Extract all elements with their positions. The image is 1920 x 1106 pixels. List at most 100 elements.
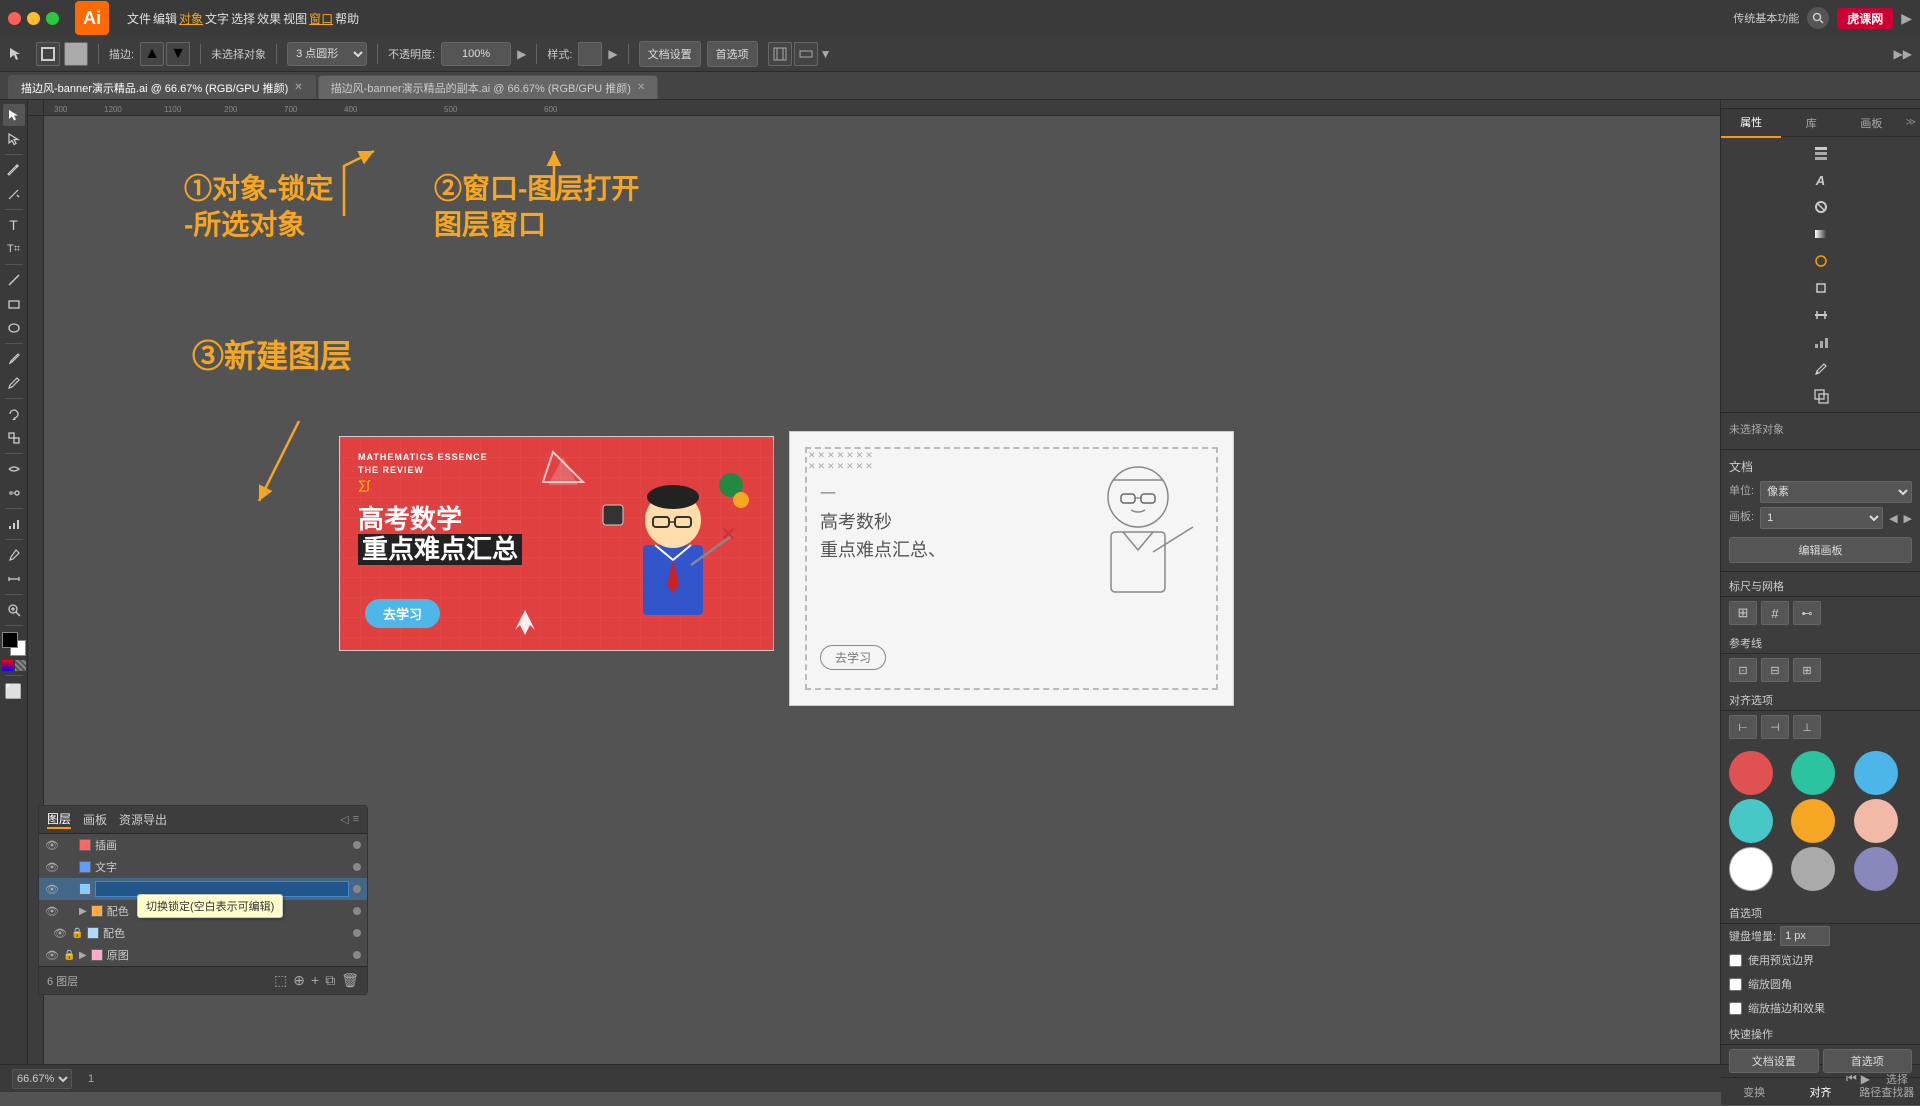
fullscreen-window-btn[interactable]: [46, 12, 59, 25]
prefs-btn[interactable]: 首选项: [707, 41, 758, 67]
ellipse-tool[interactable]: [3, 317, 25, 339]
new-layer-btn[interactable]: +: [311, 972, 319, 989]
add-anchor-tool[interactable]: [3, 183, 25, 205]
style-expand-icon[interactable]: ▶: [608, 47, 617, 61]
layer-eye-editing[interactable]: 👁: [45, 883, 59, 896]
expand-panel-icon[interactable]: ▶: [1901, 10, 1912, 27]
make-clipping-btn[interactable]: ⬚: [274, 972, 287, 989]
new-sublayer-btn[interactable]: ⊕: [293, 972, 305, 989]
arrange-expand[interactable]: ▼: [820, 47, 832, 61]
rp-increment-input[interactable]: [1780, 926, 1830, 946]
menu-file[interactable]: 文件: [127, 10, 151, 27]
rp-type-icon[interactable]: A: [1809, 168, 1833, 192]
rp-transform-icon[interactable]: [1809, 276, 1833, 300]
guide-btn-3[interactable]: ⊞: [1793, 658, 1821, 682]
paintbrush-tool[interactable]: [3, 348, 25, 370]
duplicate-layer-btn[interactable]: ⧉: [325, 972, 335, 989]
layers-panel-close[interactable]: ✕: [47, 812, 56, 825]
menu-object[interactable]: 对象: [179, 10, 203, 27]
measure-tool[interactable]: [3, 568, 25, 590]
rp-stroke-icon[interactable]: [1809, 195, 1833, 219]
scale-tool[interactable]: [3, 427, 25, 449]
warp-tool[interactable]: [3, 458, 25, 480]
rp-brush-icon[interactable]: [1809, 357, 1833, 381]
gradient-btn[interactable]: [2, 660, 13, 671]
guide-btn-1[interactable]: ⊡: [1729, 658, 1757, 682]
tab-2[interactable]: 描边风-banner演示精品的副本.ai @ 66.67% (RGB/GPU 推…: [318, 75, 659, 99]
panel-collapse-arrow[interactable]: ≫: [1902, 117, 1920, 128]
menu-window[interactable]: 窗口: [309, 10, 333, 27]
quick-doc-settings-btn[interactable]: 文档设置: [1729, 1049, 1819, 1073]
blend-tool[interactable]: [3, 482, 25, 504]
zoom-tool[interactable]: [3, 599, 25, 621]
color-box-area[interactable]: [2, 632, 26, 656]
direct-select-tool[interactable]: [3, 128, 25, 150]
rp-properties-icon[interactable]: [1809, 141, 1833, 165]
swatch-white[interactable]: [1729, 847, 1773, 891]
rp-preview-bound-check[interactable]: [1729, 954, 1742, 967]
layer-row-text[interactable]: 👁 文字: [39, 856, 367, 878]
layer-eye-peise[interactable]: 👁: [45, 905, 59, 918]
style-box[interactable]: [578, 42, 602, 66]
stroke-down-btn[interactable]: ▼: [166, 42, 190, 66]
rp-pathfinder-icon[interactable]: [1809, 384, 1833, 408]
arrange-btn[interactable]: [768, 42, 792, 66]
swatch-teal[interactable]: [1791, 751, 1835, 795]
change-screen-mode-btn[interactable]: ⬜: [3, 680, 25, 702]
edit-artboard-btn[interactable]: 编辑画板: [1729, 537, 1912, 563]
close-window-btn[interactable]: [8, 12, 21, 25]
swatch-cyan[interactable]: [1729, 799, 1773, 843]
doc-settings-btn[interactable]: 文档设置: [639, 41, 701, 67]
eyedropper-tool[interactable]: [3, 544, 25, 566]
rp-unit-select[interactable]: 像素: [1760, 481, 1912, 503]
rp-tab-artboard[interactable]: 画板: [1841, 109, 1901, 137]
menu-edit[interactable]: 编辑: [153, 10, 177, 27]
layer-row-peise2[interactable]: 👁 🔒 配色: [39, 922, 367, 944]
swatch-orange[interactable]: [1791, 799, 1835, 843]
layer-eye-original[interactable]: 👁: [45, 949, 59, 962]
rp-tab-library[interactable]: 库: [1781, 109, 1841, 137]
rp-artboard-next[interactable]: ▶: [1904, 512, 1912, 525]
tab-2-close[interactable]: ✕: [637, 82, 645, 93]
rp-artboard-prev[interactable]: ◀: [1889, 512, 1897, 525]
layer-expand-peise[interactable]: ▶: [79, 906, 87, 917]
tab-1[interactable]: 描边风-banner演示精品.ai @ 66.67% (RGB/GPU 推颜) …: [8, 75, 316, 99]
search-icon[interactable]: [1807, 7, 1829, 29]
menu-select[interactable]: 选择: [231, 10, 255, 27]
swatch-gray[interactable]: [1791, 847, 1835, 891]
rp-artboard-select[interactable]: 1: [1760, 507, 1883, 529]
grid-btn-1[interactable]: ⊞: [1729, 601, 1757, 625]
layer-eye-text[interactable]: 👁: [45, 861, 59, 874]
minimize-window-btn[interactable]: [27, 12, 40, 25]
delete-layer-btn[interactable]: 🗑: [341, 972, 359, 989]
snap-btn-1[interactable]: ⊢: [1729, 715, 1757, 739]
arrange-btn2[interactable]: [794, 42, 818, 66]
tab-1-close[interactable]: ✕: [294, 82, 302, 93]
bp-tab-align[interactable]: 对齐: [1787, 1078, 1853, 1106]
snap-btn-2[interactable]: ⊣: [1761, 715, 1789, 739]
play-prev-btn[interactable]: ⏮: [1846, 1071, 1857, 1086]
type-tool[interactable]: T: [3, 214, 25, 236]
layer-row-chua[interactable]: 👁 插画: [39, 834, 367, 856]
stroke-up-btn[interactable]: ▲: [140, 42, 164, 66]
shape-select[interactable]: 3 点圆形: [287, 42, 367, 66]
rp-scale-strokes-check[interactable]: [1729, 1002, 1742, 1015]
layers-panel-menu[interactable]: ≡: [353, 813, 359, 826]
layer-row-original[interactable]: 👁 🔒 ▶ 原图: [39, 944, 367, 966]
rp-align-icon[interactable]: [1809, 303, 1833, 327]
rp-round-corners-check[interactable]: [1729, 978, 1742, 991]
selection-tool[interactable]: [3, 104, 25, 126]
rp-gradient-icon[interactable]: [1809, 222, 1833, 246]
column-graph-tool[interactable]: [3, 513, 25, 535]
layer-lock-original[interactable]: 🔒: [63, 950, 75, 961]
menu-effect[interactable]: 效果: [257, 10, 281, 27]
rp-chart-icon[interactable]: [1809, 330, 1833, 354]
layers-tab-export[interactable]: 资源导出: [119, 811, 167, 828]
rp-tab-properties[interactable]: 属性: [1721, 108, 1781, 138]
menu-text[interactable]: 文字: [205, 10, 229, 27]
swatch-lightblue[interactable]: [1854, 751, 1898, 795]
swatch-red[interactable]: [1729, 751, 1773, 795]
panel-toggle-right[interactable]: ▶▶: [1894, 47, 1912, 61]
snap-btn-3[interactable]: ⊥: [1793, 715, 1821, 739]
pencil-tool[interactable]: [3, 372, 25, 394]
